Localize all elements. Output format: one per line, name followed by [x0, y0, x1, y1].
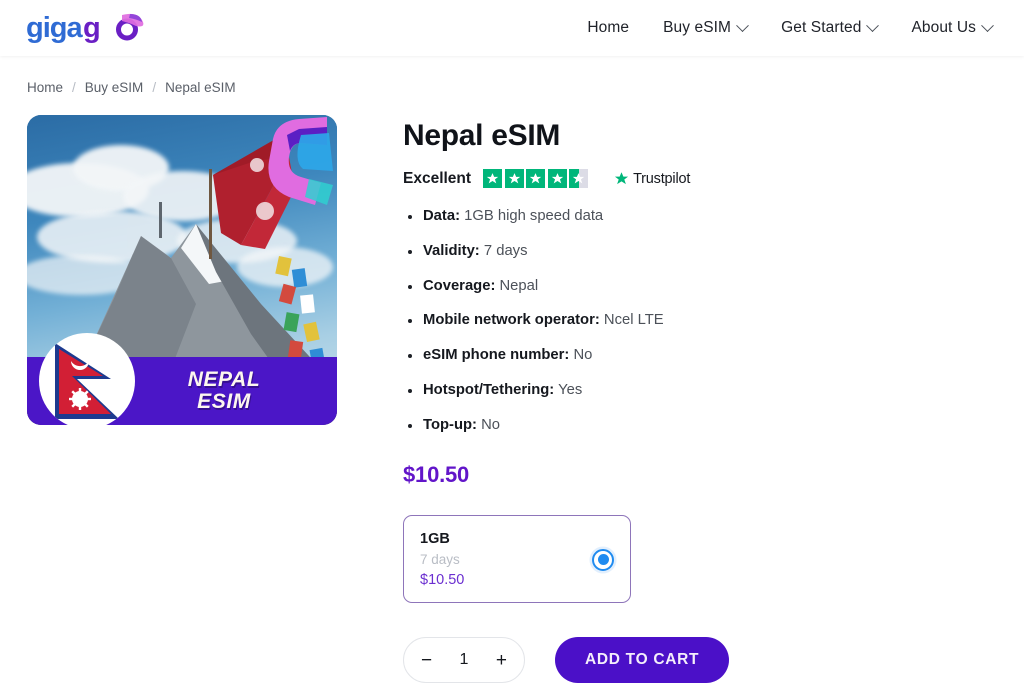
spec-value: No [481, 416, 500, 433]
quantity-value[interactable]: 1 [460, 651, 469, 669]
spec-value: Nepal [499, 277, 539, 294]
svg-text:giga: giga [26, 12, 83, 44]
spec-label: Top-up: [423, 416, 477, 433]
brand-swoosh-icon [268, 117, 333, 205]
banner-line-1: NEPAL [187, 367, 261, 391]
nav-label: About Us [911, 19, 976, 36]
breadcrumb-item-current[interactable]: Nepal eSIM [165, 80, 236, 95]
banner-text: NEPAL ESIM [187, 367, 261, 414]
page-title: Nepal eSIM [403, 119, 561, 152]
plan-price: $10.50 [420, 572, 465, 589]
spec-item-phone-number: eSIM phone number: No [408, 347, 1024, 365]
spec-value: Yes [558, 381, 583, 398]
star-icon [483, 169, 503, 188]
banner-line-2: ESIM [197, 390, 251, 413]
nav-item-home[interactable]: Home [587, 19, 629, 37]
trustpilot-label: Trustpilot [633, 170, 691, 187]
spec-value: No [573, 347, 593, 363]
breadcrumb-separator: / [72, 80, 76, 95]
star-icon [504, 169, 524, 188]
main-navigation: Home Buy eSIM Get Started About Us [587, 18, 1000, 37]
plan-option-card[interactable]: 1GB 7 days $10.50 [403, 515, 631, 604]
trustpilot-logo[interactable]: Trustpilot [614, 171, 690, 187]
nav-item-about-us[interactable]: About Us [911, 18, 994, 37]
spec-item-coverage: Coverage: Nepal [408, 277, 1024, 296]
spec-label: Coverage: [423, 277, 496, 294]
star-icon [526, 169, 546, 188]
plan-size: 1GB [420, 531, 450, 548]
nav-label: Buy eSIM [663, 19, 732, 36]
cart-actions: − 1 + ADD TO CART [403, 637, 1024, 683]
nav-label: Get Started [781, 19, 862, 36]
plan-radio-button[interactable] [592, 548, 614, 571]
plan-details: 1GB 7 days $10.50 [420, 531, 464, 588]
spec-item-hotspot: Hotspot/Tethering: Yes [408, 381, 1024, 400]
decrease-quantity-button[interactable]: − [421, 651, 432, 670]
spec-item-operator: Mobile network operator: Ncel LTE [408, 312, 1024, 330]
trustpilot-rating[interactable]: Excellent Trustpilot [403, 169, 1024, 188]
product-price: $10.50 [403, 462, 470, 488]
product-detail: NEPAL ESIM Nepal eSIM Excellent Trustpil… [0, 95, 1024, 683]
product-image[interactable]: NEPAL ESIM [27, 115, 337, 425]
radio-dot-icon [597, 554, 609, 566]
rating-stars [483, 169, 589, 188]
breadcrumb: Home / Buy eSIM / Nepal eSIM [0, 56, 1024, 95]
svg-text:g: g [83, 12, 100, 44]
product-info: Nepal eSIM Excellent Trustpilot Data: 1G… [403, 115, 1024, 683]
breadcrumb-item-buy-esim[interactable]: Buy eSIM [85, 80, 144, 95]
spec-value: 1GB high speed data [464, 208, 604, 224]
spec-label: Validity: [423, 242, 480, 259]
rating-label: Excellent [403, 169, 472, 187]
spec-label: Hotspot/Tethering: [423, 381, 555, 398]
nav-item-buy-esim[interactable]: Buy eSIM [663, 18, 749, 37]
spec-item-topup: Top-up: No [408, 416, 1024, 435]
nav-label: Home [587, 19, 630, 36]
logo-icon: giga g [26, 12, 144, 44]
star-half-icon [569, 169, 589, 188]
product-specs-list: Data: 1GB high speed data Validity: 7 da… [403, 208, 1024, 434]
spec-value: 7 days [483, 242, 528, 259]
nav-item-get-started[interactable]: Get Started [781, 18, 880, 37]
spec-label: Mobile network operator: [423, 312, 600, 329]
spec-label: Data: [423, 208, 460, 224]
quantity-stepper[interactable]: − 1 + [403, 637, 525, 683]
increase-quantity-button[interactable]: + [496, 651, 507, 670]
gigago-logo[interactable]: giga g [26, 8, 154, 48]
add-to-cart-button[interactable]: ADD TO CART [555, 637, 730, 683]
nepal-flag-badge [39, 333, 135, 425]
nepal-flag-icon [55, 343, 119, 419]
chevron-down-icon [981, 18, 994, 32]
plan-validity: 7 days [420, 552, 460, 568]
spec-item-validity: Validity: 7 days [408, 242, 1024, 261]
chevron-down-icon [866, 18, 880, 32]
star-icon [547, 169, 567, 188]
breadcrumb-separator: / [152, 80, 157, 95]
trustpilot-star-icon [615, 172, 629, 185]
site-header: giga g Home Buy eSIM Get Started About U… [0, 0, 1024, 56]
spec-item-data: Data: 1GB high speed data [408, 208, 1024, 226]
spec-label: eSIM phone number: [423, 347, 570, 363]
chevron-down-icon [736, 18, 749, 32]
spec-value: Ncel LTE [603, 312, 664, 329]
breadcrumb-item-home[interactable]: Home [27, 80, 63, 95]
